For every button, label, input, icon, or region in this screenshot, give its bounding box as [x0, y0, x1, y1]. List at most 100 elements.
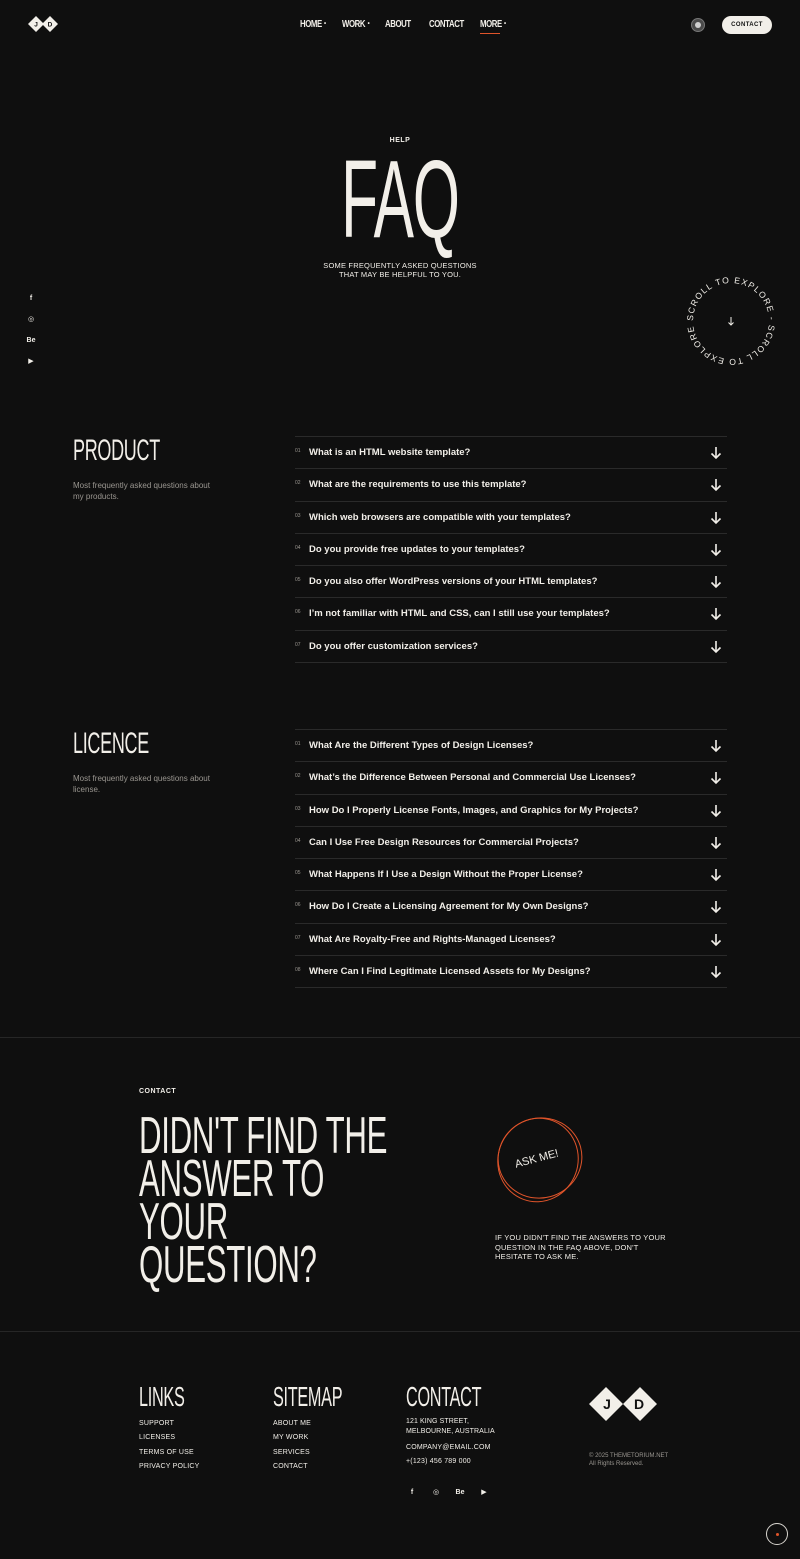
footer-logo-icon[interactable]: J D	[589, 1381, 657, 1427]
faq-number: 05	[295, 577, 301, 584]
faq-number: 04	[295, 837, 301, 844]
faq-item[interactable]: 06 I’m not familiar with HTML and CSS, ca…	[295, 598, 727, 631]
back-to-top-button[interactable]	[766, 1523, 788, 1545]
faq-question: What is an HTML website template?	[309, 447, 471, 458]
faq-number: 04	[295, 544, 301, 551]
faq-item[interactable]: 03 Which web browsers are compatible with…	[295, 502, 727, 534]
footer-email-link[interactable]: COMPANY@EMAIL.COM	[406, 1441, 536, 1454]
arrow-down-icon	[710, 804, 722, 817]
ask-me-button[interactable]: ASK ME!	[494, 1114, 586, 1206]
faq-number: 03	[295, 805, 301, 812]
nav-work[interactable]: WORK •	[342, 19, 372, 30]
footer-link-about[interactable]: ABOUT ME	[273, 1417, 392, 1431]
scroll-to-explore-badge[interactable]: SCROLL TO EXPLORE - SCROLL TO EXPLORE -	[682, 272, 780, 370]
faq-question: What Are Royalty-Free and Rights-Managed…	[309, 933, 556, 945]
arrow-down-icon	[710, 772, 722, 785]
faq-question: How Do I Properly License Fonts, Images,…	[309, 804, 639, 816]
behance-icon[interactable]: Be	[454, 1487, 466, 1499]
footer-links-column: LINKS SUPPORT LICENSES TERMS OF USE PRIV…	[139, 1383, 217, 1474]
faq-item[interactable]: 03 How Do I Properly License Fonts, Image…	[295, 795, 727, 827]
footer-link-support[interactable]: SUPPORT	[139, 1417, 217, 1431]
faq-question: What are the requirements to use this te…	[309, 479, 527, 491]
footer-heading: SITEMAP	[273, 1381, 343, 1412]
footer-link-contact[interactable]: CONTACT	[273, 1460, 392, 1474]
faq-number: 02	[295, 773, 301, 780]
hero-subtitle: SOME FREQUENTLY ASKED QUESTIONS THAT MAY…	[323, 261, 477, 279]
footer-phone-link[interactable]: +(123) 456 789 000	[406, 1454, 536, 1469]
svg-text:J: J	[603, 1396, 611, 1412]
faq-item[interactable]: 01 What is an HTML website template?	[295, 437, 727, 470]
arrow-down-icon	[710, 901, 722, 914]
footer-socials: f ◎ Be ▶	[406, 1487, 490, 1499]
footer-heading: CONTACT	[406, 1381, 482, 1412]
faq-number: 06	[295, 902, 301, 909]
faq-question: Do you offer customization services?	[309, 640, 478, 652]
ask-me-label: ASK ME!	[514, 1147, 560, 1170]
faq-question: Do you provide free updates to your temp…	[309, 543, 525, 555]
nav-contact[interactable]: CONTACT	[429, 19, 474, 30]
footer-contact-column: CONTACT 121 KING STREET, MELBOURNE, AUST…	[406, 1383, 536, 1469]
footer-link-privacy[interactable]: PRIVACY POLICY	[139, 1460, 217, 1474]
footer-link-work[interactable]: MY WORK	[273, 1431, 392, 1445]
youtube-icon[interactable]: ▶	[24, 355, 38, 369]
faq-number: 05	[295, 870, 301, 877]
faq-question: What Are the Different Types of Design L…	[309, 740, 534, 751]
dribbble-icon[interactable]: ◎	[24, 313, 38, 327]
arrow-down-icon	[710, 576, 722, 589]
faq-list: 01 What is an HTML website template? 02 Wha…	[295, 436, 727, 664]
arrow-down-icon	[710, 608, 722, 621]
section-heading: PRODUCT	[73, 434, 160, 467]
facebook-icon[interactable]: f	[24, 292, 38, 306]
section-description: Most frequently asked questions about li…	[73, 774, 210, 794]
footer-link-services[interactable]: SERVICES	[273, 1446, 392, 1460]
faq-item[interactable]: 01 What Are the Different Types of Design…	[295, 730, 727, 763]
footer-heading: LINKS	[139, 1381, 185, 1412]
dribbble-icon[interactable]: ◎	[430, 1487, 442, 1499]
faq-item[interactable]: 02 What’s the Difference Between Personal…	[295, 762, 727, 795]
faq-question: Which web browsers are compatible with y…	[309, 511, 571, 523]
faq-item[interactable]: 04 Do you provide free updates to your te…	[295, 534, 727, 567]
faq-item[interactable]: 07 What Are Royalty-Free and Rights-Manag…	[295, 924, 727, 957]
faq-number: 07	[295, 641, 301, 648]
section-heading: LICENCE	[73, 727, 149, 760]
arrow-down-icon	[710, 740, 722, 753]
chevron-down-icon: •	[504, 21, 507, 27]
nav-more[interactable]: MORE •	[480, 19, 508, 30]
faq-number: 02	[295, 480, 301, 487]
faq-question: How Do I Create a Licensing Agreement fo…	[309, 901, 589, 913]
behance-icon[interactable]: Be	[24, 334, 38, 348]
chevron-down-icon: •	[324, 21, 327, 27]
youtube-icon[interactable]: ▶	[478, 1487, 490, 1499]
footer-link-licenses[interactable]: LICENSES	[139, 1431, 217, 1445]
copyright: © 2025 THEMETORIUM.NET All Rights Reserv…	[589, 1453, 669, 1467]
chevron-down-icon: •	[367, 21, 370, 27]
arrow-down-icon	[710, 933, 722, 946]
faq-item[interactable]: 05 What Happens If I Use a Design Without…	[295, 859, 727, 892]
faq-number: 01	[295, 448, 301, 454]
theme-toggle-button[interactable]	[691, 18, 705, 32]
faq-item[interactable]: 06 How Do I Create a Licensing Agreement …	[295, 891, 727, 924]
faq-number: 08	[295, 967, 301, 974]
logo-icon[interactable]: J D	[28, 13, 58, 35]
site-header: J D HOME • WORK • ABOUT CONTACT MORE • CONT…	[0, 0, 800, 50]
arrow-down-icon	[710, 640, 722, 653]
faq-item[interactable]: 07 Do you offer customization services?	[295, 631, 727, 664]
arrow-down-icon	[710, 479, 722, 492]
faq-number: 01	[295, 741, 301, 747]
arrow-down-icon	[710, 869, 722, 882]
cta-eyebrow: CONTACT	[139, 1088, 177, 1095]
scroll-badge-text: SCROLL TO EXPLORE - SCROLL TO EXPLORE -	[682, 272, 776, 367]
faq-item[interactable]: 05 Do you also offer WordPress versions o…	[295, 566, 727, 599]
footer-link-terms[interactable]: TERMS OF USE	[139, 1446, 217, 1460]
faq-item[interactable]: 04 Can I Use Free Design Resources for Co…	[295, 827, 727, 860]
faq-number: 03	[295, 512, 301, 519]
facebook-icon[interactable]: f	[406, 1487, 418, 1499]
nav-home[interactable]: HOME •	[300, 19, 328, 30]
header-contact-button[interactable]: CONTACT	[722, 16, 772, 34]
nav-about[interactable]: ABOUT	[385, 19, 418, 30]
faq-item[interactable]: 08 Where Can I Find Legitimate Licensed A…	[295, 956, 727, 989]
arrow-down-icon	[710, 966, 722, 979]
faq-question: Can I Use Free Design Resources for Comm…	[309, 836, 579, 848]
cta-text: IF YOU DIDN'T FIND THE ANSWERS TO YOUR Q…	[495, 1233, 666, 1261]
faq-item[interactable]: 02 What are the requirements to use this …	[295, 469, 727, 502]
